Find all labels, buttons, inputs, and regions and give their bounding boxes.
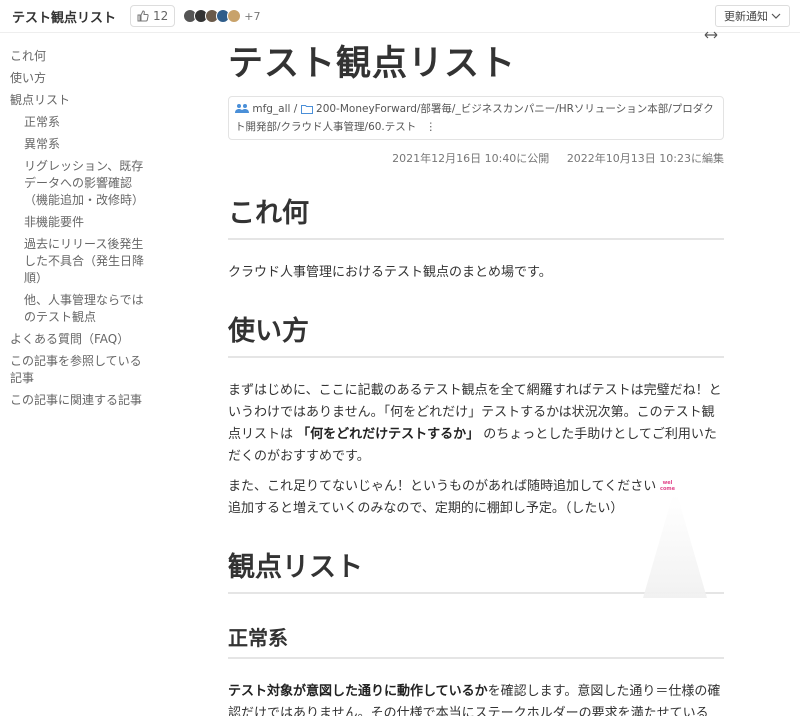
normal-body: テスト対象が意図した通りに動作しているかを確認します。意図した通り＝仕様の確認だ… bbox=[228, 681, 724, 716]
thumbs-up-icon bbox=[137, 10, 149, 22]
header-title: テスト観点リスト bbox=[12, 10, 117, 26]
toc-item[interactable]: 異常系 bbox=[10, 136, 150, 153]
toc-item[interactable]: リグレッション、既存データへの影響確認（機能追加・改修時） bbox=[10, 158, 150, 209]
group-link[interactable]: mfg_all bbox=[252, 103, 290, 115]
top-bar: テスト観点リスト 12 +7 更新通知 bbox=[0, 0, 800, 33]
toc-item[interactable]: 他、人事管理ならではのテスト観点 bbox=[10, 292, 150, 326]
table-of-contents: これ何使い方観点リスト正常系異常系リグレッション、既存データへの影響確認（機能追… bbox=[10, 48, 150, 414]
usage-paragraph-1: まずはじめに、ここに記載のあるテスト観点を全て網羅すればテストは完璧だね！という… bbox=[228, 380, 724, 468]
like-count: 12 bbox=[153, 9, 169, 23]
folder-path: mfg_all / 200-MoneyForward/部署毎/_ビジネスカンパニ… bbox=[228, 96, 724, 140]
what-body: クラウド人事管理におけるテスト観点のまとめ場です。 bbox=[228, 265, 552, 280]
toc-item[interactable]: この記事を参照している記事 bbox=[10, 353, 150, 387]
toc-item[interactable]: 観点リスト bbox=[10, 92, 150, 109]
svg-text:come: come bbox=[660, 486, 675, 492]
folder-icon bbox=[300, 103, 313, 119]
welcome-sticker-icon: welcome bbox=[660, 478, 676, 492]
post-meta: 2021年12月16日 10:40に公開 2022年10月13日 10:23に編… bbox=[228, 150, 724, 166]
heading-what: これ何 bbox=[228, 196, 724, 240]
usage-text-d: 追加すると増えていくのみなので、定期的に棚卸し予定。（したい） bbox=[228, 501, 624, 516]
toc-item[interactable]: これ何 bbox=[10, 48, 150, 65]
toc-item[interactable]: 非機能要件 bbox=[10, 214, 150, 231]
toc-item[interactable]: 正常系 bbox=[10, 114, 150, 131]
more-contributors-count: +7 bbox=[244, 9, 261, 23]
update-notification-button[interactable]: 更新通知 bbox=[715, 5, 790, 27]
published-date: 2021年12月16日 10:40に公開 bbox=[392, 152, 550, 165]
like-button[interactable]: 12 bbox=[130, 5, 176, 27]
article: テスト観点リスト mfg_all / 200-MoneyForward/部署毎/… bbox=[228, 36, 724, 716]
light-beam-decoration bbox=[643, 494, 707, 598]
path-more-button[interactable]: ⋮ bbox=[426, 121, 437, 133]
normal-bold: テスト対象が意図した通りに動作しているか bbox=[228, 684, 488, 699]
toc-item[interactable]: 使い方 bbox=[10, 70, 150, 87]
heading-usage: 使い方 bbox=[228, 314, 724, 358]
chevron-down-icon bbox=[771, 13, 781, 19]
heading-normal: 正常系 bbox=[228, 624, 724, 659]
toc-item[interactable]: この記事に関連する記事 bbox=[10, 392, 150, 409]
toc-item[interactable]: 過去にリリース後発生した不具合（発生日降順） bbox=[10, 236, 150, 287]
usage-text-c: また、これ足りてないじゃん！というものがあれば随時追加してください bbox=[228, 479, 657, 494]
update-notification-label: 更新通知 bbox=[724, 10, 768, 23]
usage-bold: 「何をどれだけテストするか」 bbox=[297, 427, 480, 442]
group-icon bbox=[235, 103, 249, 119]
page-title: テスト観点リスト bbox=[228, 44, 517, 84]
toc-item[interactable]: よくある質問（FAQ） bbox=[10, 331, 150, 348]
edited-date: 2022年10月13日 10:23に編集 bbox=[566, 152, 724, 165]
contributor-avatars[interactable]: +7 bbox=[183, 9, 261, 23]
avatar[interactable] bbox=[227, 9, 242, 23]
